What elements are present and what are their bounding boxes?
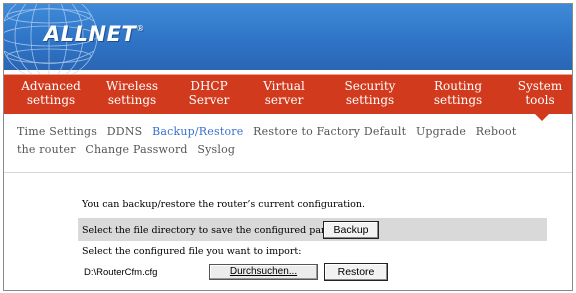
nav-advanced-settings[interactable]: Advanced settings — [16, 79, 86, 107]
nav-wireless-settings[interactable]: Wireless settings — [101, 79, 163, 107]
backup-button[interactable]: Backup — [323, 221, 379, 239]
subnav-backup-restore[interactable]: Backup/Restore — [152, 125, 243, 138]
active-tab-indicator — [534, 113, 550, 121]
nav-virtual-server[interactable]: Virtual server — [258, 79, 310, 107]
allnet-logo: ALLNET® — [44, 22, 145, 46]
subnav-ddns[interactable]: DDNS — [107, 125, 143, 138]
header-banner: ALLNET® — [4, 4, 572, 81]
nav-routing-settings[interactable]: Routing settings — [428, 79, 488, 107]
subnav-syslog[interactable]: Syslog — [197, 143, 235, 156]
import-label: Select the configured file you want to i… — [82, 246, 302, 257]
subnav-time-settings[interactable]: Time Settings — [17, 125, 97, 138]
main-nav-bar: Advanced settings Wireless settings DHCP… — [4, 74, 572, 114]
intro-text: You can backup/restore the router’s curr… — [82, 199, 365, 210]
subnav-change-password[interactable]: Change Password — [85, 143, 187, 156]
nav-dhcp-server[interactable]: DHCP Server — [184, 79, 234, 107]
browse-button[interactable]: Durchsuchen... — [209, 264, 318, 280]
subnav-restore-factory-default[interactable]: Restore to Factory Default — [253, 125, 406, 138]
backup-row: Select the file directory to save the co… — [78, 218, 547, 241]
file-path-input[interactable]: D:\RouterCfm.cfg — [84, 267, 157, 278]
restore-button[interactable]: Restore — [324, 263, 388, 281]
router-admin-frame: ALLNET® Advanced settings Wireless setti… — [3, 3, 573, 291]
backup-restore-panel: You can backup/restore the router’s curr… — [4, 173, 572, 290]
sub-navigation: Time Settings DDNS Backup/Restore Restor… — [17, 123, 537, 159]
nav-system-tools[interactable]: System tools — [514, 79, 566, 107]
subnav-upgrade[interactable]: Upgrade — [416, 125, 466, 138]
nav-security-settings[interactable]: Security settings — [338, 79, 402, 107]
